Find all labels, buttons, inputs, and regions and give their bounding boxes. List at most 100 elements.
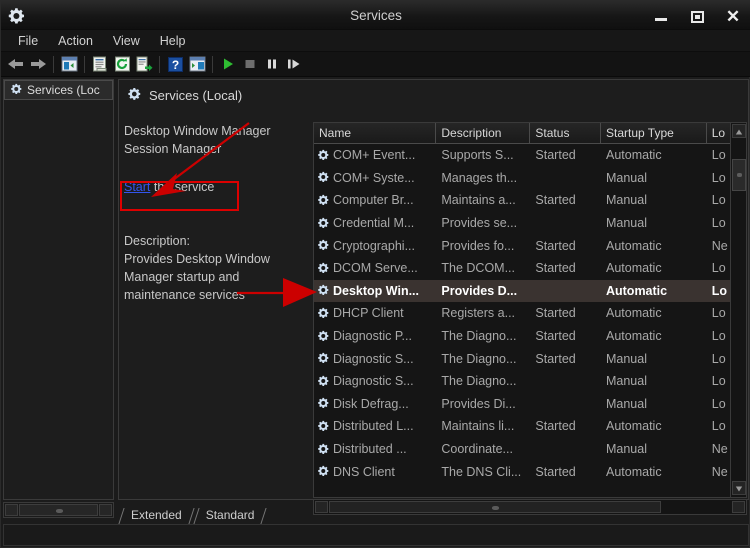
cell-name: Desktop Win...: [314, 284, 436, 298]
hscroll-right-button[interactable]: [732, 501, 745, 513]
list-horizontal-scrollbar[interactable]: [313, 499, 747, 515]
tree-horizontal-scrollbar[interactable]: [3, 502, 114, 518]
service-name-text: Cryptographi...: [333, 238, 415, 253]
window-controls: ✕: [649, 1, 745, 30]
cell-status: Started: [535, 464, 576, 479]
service-name-text: Diagnostic P...: [333, 329, 412, 344]
service-name-text: Credential M...: [333, 216, 415, 231]
status-bar: [3, 524, 749, 546]
table-row[interactable]: Distributed L... Maintains li... Started Au…: [314, 415, 746, 438]
scroll-right-button[interactable]: [99, 504, 112, 516]
cell-startup-type: Automatic: [605, 306, 662, 321]
restart-service-icon[interactable]: [283, 54, 305, 75]
scroll-down-button[interactable]: [732, 481, 746, 495]
cell-description: Provides fo...: [441, 238, 515, 253]
table-row[interactable]: Cryptographi... Provides fo... Started Auto…: [314, 234, 746, 257]
show-action-pane-icon[interactable]: [186, 54, 208, 75]
services-list: Name Description Status Startup Type Lo …: [313, 122, 747, 498]
cell-startup-type: Automatic: [605, 283, 668, 298]
cell-name: Distributed ...: [314, 442, 436, 456]
forward-icon[interactable]: [27, 54, 49, 75]
table-row[interactable]: Diagnostic S... The Diagno... Manual Lo: [314, 370, 746, 393]
menu-file[interactable]: File: [9, 32, 47, 50]
service-name-text: COM+ Syste...: [333, 170, 415, 185]
minimize-button[interactable]: [649, 5, 673, 27]
cell-startup-type: Automatic: [605, 419, 662, 434]
cell-startup-type: Manual: [605, 374, 647, 389]
table-row[interactable]: Disk Defrag... Provides Di... Manual Lo: [314, 393, 746, 416]
refresh-icon[interactable]: [111, 54, 133, 75]
cell-startup-type: Manual: [605, 193, 647, 208]
cell-status: Started: [535, 238, 576, 253]
cell-name: Diagnostic P...: [314, 329, 436, 343]
table-row[interactable]: Credential M... Provides se... Manual Lo: [314, 212, 746, 235]
table-row[interactable]: DNS Client The DNS Cli... Started Automatic…: [314, 460, 746, 483]
scroll-up-button[interactable]: [731, 124, 746, 138]
table-row[interactable]: COM+ Event... Supports S... Started Automat…: [314, 144, 746, 167]
scroll-thumb[interactable]: [19, 504, 98, 516]
tab-standard[interactable]: Standard: [194, 506, 267, 524]
service-detail-column: Desktop Window Manager Session Manager S…: [124, 122, 316, 304]
column-header-startup-type[interactable]: Startup Type: [600, 123, 707, 144]
list-header-row: Name Description Status Startup Type Lo: [314, 123, 746, 144]
toolbar-separator-1: [53, 55, 54, 73]
cell-startup-type: Automatic: [605, 261, 662, 276]
column-header-name[interactable]: Name: [314, 123, 437, 144]
table-row[interactable]: Desktop Win... Provides D... Automatic Lo: [314, 279, 746, 303]
cell-name: DCOM Serve...: [314, 261, 436, 275]
list-body: COM+ Event... Supports S... Started Automat…: [314, 144, 746, 483]
svg-text:?: ?: [171, 58, 178, 72]
service-name-text: Diagnostic S...: [333, 351, 414, 366]
service-gear-icon: [317, 465, 330, 478]
menu-help[interactable]: Help: [151, 32, 195, 50]
cell-startup-type: Manual: [605, 442, 647, 457]
cell-description: Manages th...: [441, 170, 518, 185]
horizontal-scroll-thumb[interactable]: [329, 501, 661, 513]
table-row[interactable]: COM+ Syste... Manages th... Manual Lo: [314, 167, 746, 190]
maximize-button[interactable]: [685, 5, 709, 27]
cell-name: Distributed L...: [314, 419, 436, 433]
table-row[interactable]: Distributed ... Coordinate... Manual Ne: [314, 438, 746, 461]
service-name-text: DNS Client: [333, 464, 395, 479]
close-button[interactable]: ✕: [721, 5, 745, 27]
cell-description: Registers a...: [441, 306, 516, 321]
tree-item-services-local[interactable]: Services (Loc: [4, 80, 113, 100]
properties-icon[interactable]: [89, 54, 111, 75]
table-row[interactable]: DCOM Serve... The DCOM... Started Automatic…: [314, 257, 746, 280]
stop-service-icon[interactable]: [239, 54, 261, 75]
service-gear-icon: [317, 149, 330, 162]
cell-startup-type: Manual: [605, 351, 647, 366]
list-vertical-scrollbar[interactable]: [730, 123, 746, 497]
cell-status: Started: [535, 261, 576, 276]
show-hide-console-tree-icon[interactable]: [58, 54, 80, 75]
vertical-scroll-thumb[interactable]: [732, 159, 746, 191]
scroll-left-button[interactable]: [5, 504, 18, 516]
table-row[interactable]: Diagnostic P... The Diagno... Started Autom…: [314, 325, 746, 348]
back-icon[interactable]: [5, 54, 27, 75]
column-header-status[interactable]: Status: [530, 123, 601, 144]
service-name-text: Computer Br...: [333, 193, 414, 208]
tab-extended[interactable]: Extended: [119, 506, 194, 524]
hscroll-left-button[interactable]: [315, 501, 328, 513]
service-gear-icon: [317, 284, 330, 297]
cell-description: Supports S...: [441, 148, 514, 163]
column-header-description[interactable]: Description: [436, 123, 531, 144]
service-gear-icon: [317, 217, 330, 230]
service-name-text: Disk Defrag...: [333, 396, 409, 411]
table-row[interactable]: Computer Br... Maintains a... Started Manua…: [314, 189, 746, 212]
service-gear-icon: [317, 420, 330, 433]
window-title: Services: [350, 8, 402, 23]
pause-service-icon[interactable]: [261, 54, 283, 75]
table-row[interactable]: Diagnostic S... The Diagno... Started Manua…: [314, 347, 746, 370]
service-name-text: COM+ Event...: [333, 148, 416, 163]
table-row[interactable]: DHCP Client Registers a... Started Automati…: [314, 302, 746, 325]
hscroll-track[interactable]: [661, 501, 731, 513]
menu-view[interactable]: View: [104, 32, 149, 50]
help-icon[interactable]: ?: [164, 54, 186, 75]
menu-action[interactable]: Action: [49, 32, 102, 50]
start-service-icon[interactable]: [217, 54, 239, 75]
cell-description: The DCOM...: [441, 261, 515, 276]
service-name-text: DCOM Serve...: [333, 261, 418, 276]
service-gear-icon: [317, 307, 330, 320]
export-list-icon[interactable]: [133, 54, 155, 75]
